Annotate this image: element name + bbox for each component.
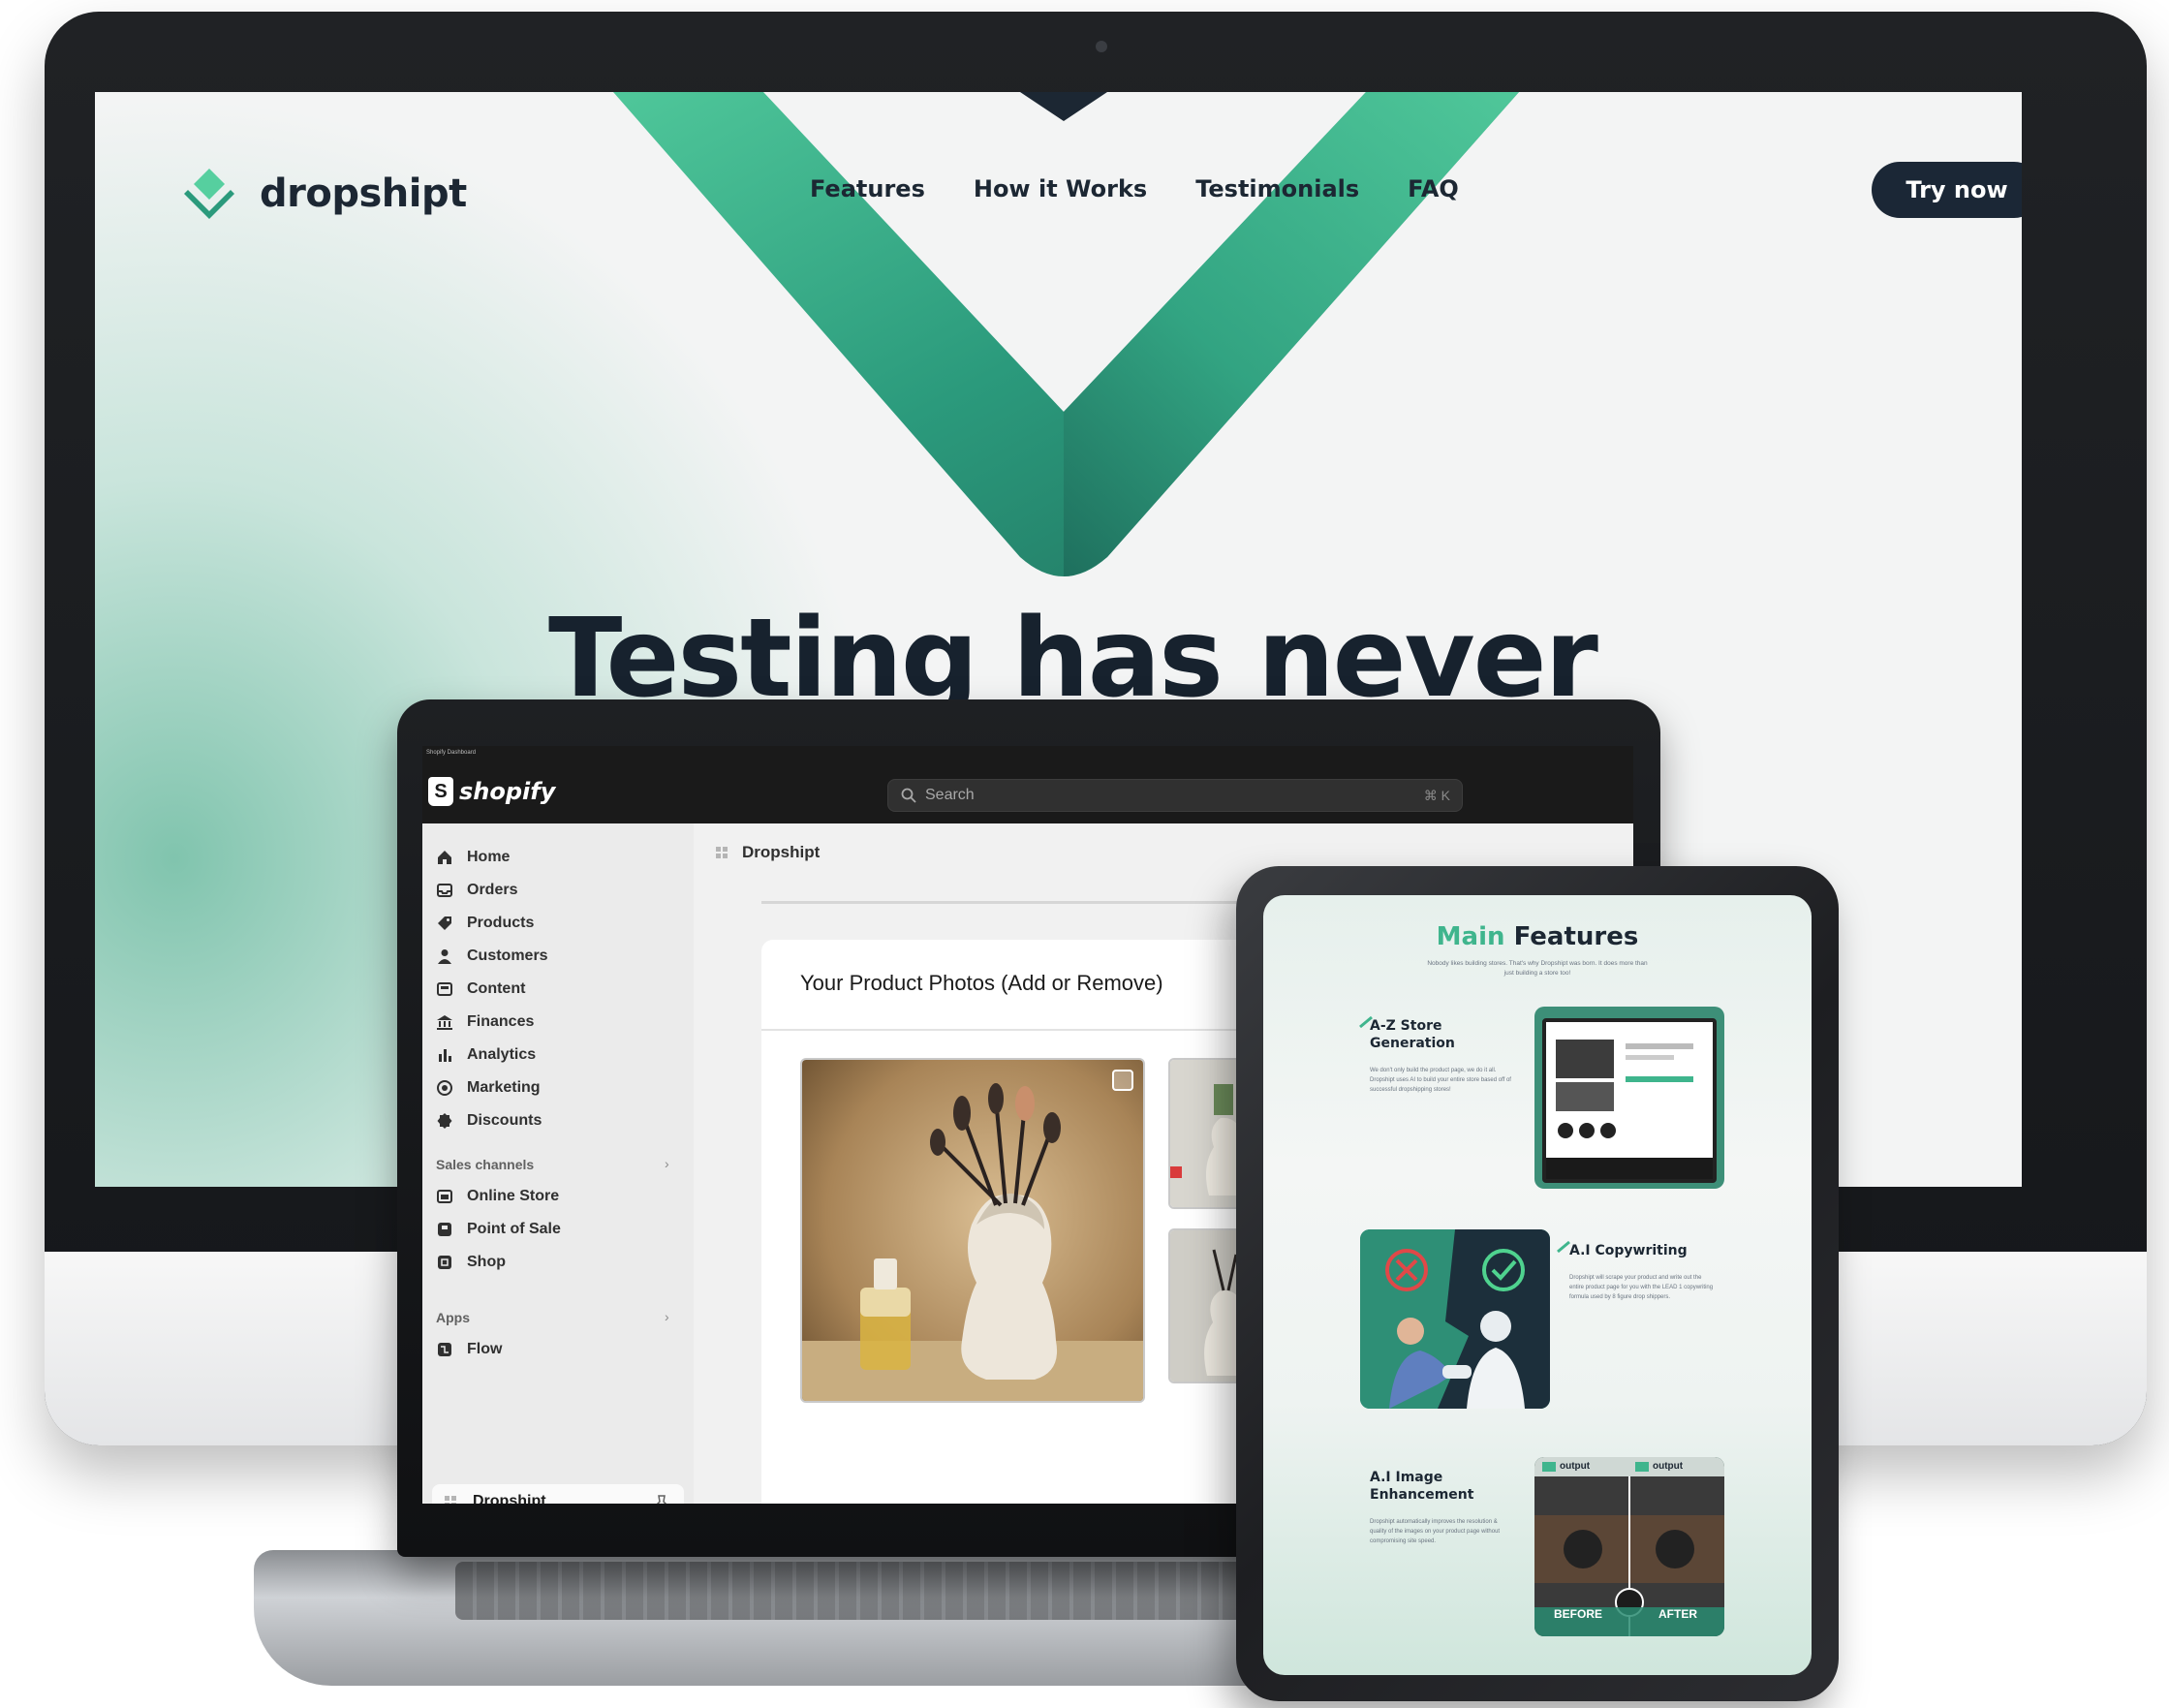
sidebar-item-flow[interactable]: Flow (436, 1335, 502, 1364)
mini-store-graphic (1546, 1022, 1713, 1179)
main-nav: Features How it Works Testimonials FAQ (810, 175, 1459, 202)
search-icon (901, 788, 916, 803)
sidebar-item-label: Discounts (467, 1112, 542, 1129)
store-icon (437, 1190, 452, 1203)
sidebar-item-content[interactable]: Content (436, 975, 525, 1004)
bar-chart-icon (439, 1049, 451, 1062)
sidebar-item-label: Customers (467, 947, 548, 964)
shopify-logo[interactable]: S shopify (428, 777, 555, 806)
diamond-logo-icon (184, 169, 234, 219)
card-title: Your Product Photos (Add or Remove) (800, 971, 1163, 995)
tag-icon (438, 916, 451, 930)
feature-description: Dropshipt will scrape your product and w… (1569, 1275, 1714, 1300)
copywriting-illustration (1360, 1229, 1550, 1409)
search-shortcut: ⌘ K (1423, 787, 1450, 803)
sidebar-item-customers[interactable]: Customers (436, 942, 548, 971)
shopify-sidebar: Home Orders Products Customers Content F… (422, 823, 694, 1504)
sidebar-item-label: Marketing (467, 1079, 541, 1096)
app-grid-icon (445, 1496, 456, 1504)
shopify-bag-icon: S (428, 777, 453, 806)
sidebar-item-label: Orders (467, 882, 518, 898)
shop-icon (438, 1256, 451, 1269)
sidebar-item-label: Products (467, 915, 535, 931)
sidebar-item-label: Shop (467, 1254, 506, 1270)
sidebar-item-label: Dropshipt (473, 1493, 546, 1504)
breadcrumb-label: Dropshipt (742, 843, 821, 861)
pin-icon[interactable] (653, 1494, 670, 1504)
inbox-icon (437, 884, 452, 897)
pos-icon (438, 1223, 451, 1236)
main-features-title: Main Features (1263, 922, 1812, 951)
sidebar-item-dropshipt[interactable]: Dropshipt (432, 1484, 684, 1504)
sidebar-item-orders[interactable]: Orders (436, 876, 517, 905)
discount-icon (437, 1113, 452, 1129)
sidebar-item-finances[interactable]: Finances (436, 1008, 534, 1037)
content-icon (437, 982, 452, 996)
sales-channels-heading: Sales channels (436, 1157, 535, 1172)
sidebar-item-products[interactable]: Products (436, 909, 534, 938)
features-subtitle: Nobody likes building stores. That's why… (1427, 960, 1648, 977)
shopify-topbar: S shopify Search ⌘ K (422, 765, 1633, 823)
sidebar-item-label: Flow (467, 1341, 503, 1357)
home-icon (438, 851, 451, 864)
shopify-wordmark: shopify (459, 778, 556, 805)
sidebar-item-point-of-sale[interactable]: Point of Sale (436, 1215, 561, 1244)
output-label: output (1653, 1461, 1684, 1472)
feature-description: We don't only build the product page, we… (1370, 1068, 1511, 1093)
sidebar-item-label: Point of Sale (467, 1221, 561, 1237)
select-checkbox[interactable] (1112, 1070, 1133, 1091)
chevron-right-icon[interactable]: › (665, 1309, 669, 1324)
feature-description: Dropshipt automatically improves the res… (1370, 1519, 1501, 1544)
sidebar-item-marketing[interactable]: Marketing (436, 1073, 541, 1102)
sidebar-item-label: Analytics (467, 1046, 537, 1063)
sidebar-item-analytics[interactable]: Analytics (436, 1040, 536, 1070)
feature-title: A-Z Store Generation (1370, 1018, 1455, 1051)
search-input[interactable]: Search ⌘ K (887, 779, 1463, 812)
feature-title: A.I Image Enhancement (1370, 1470, 1474, 1503)
before-label: BEFORE (1554, 1607, 1603, 1621)
mini-store-screen (1542, 1018, 1717, 1183)
human-vs-robot-graphic (1360, 1229, 1550, 1409)
brand-name: dropshipt (260, 171, 467, 216)
try-now-button[interactable]: Try now (1872, 162, 2022, 218)
apps-heading: Apps (436, 1310, 470, 1325)
product-photo-main[interactable] (800, 1058, 1145, 1403)
top-strip-text: Shopify Dashboard (426, 750, 477, 756)
product-photo-image (802, 1060, 1143, 1401)
sidebar-item-discounts[interactable]: Discounts (436, 1106, 542, 1135)
search-placeholder: Search (925, 787, 975, 803)
sidebar-item-label: Finances (467, 1013, 535, 1030)
after-label: AFTER (1658, 1607, 1697, 1621)
bank-icon (437, 1015, 452, 1030)
title-rest: Features (1513, 922, 1639, 951)
dropshipt-features-page: Main Features Nobody likes building stor… (1263, 895, 1812, 1675)
chevron-right-icon[interactable]: › (665, 1156, 669, 1171)
sidebar-item-online-store[interactable]: Online Store (436, 1182, 559, 1211)
target-icon (437, 1080, 452, 1096)
sidebar-item-shop[interactable]: Shop (436, 1248, 506, 1277)
nav-faq[interactable]: FAQ (1408, 175, 1459, 202)
flow-icon (438, 1343, 451, 1356)
person-icon (438, 949, 451, 964)
sidebar-item-label: Online Store (467, 1188, 560, 1204)
nav-features[interactable]: Features (810, 175, 925, 202)
title-accent: Main (1436, 922, 1505, 951)
feature-title: A.I Copywriting (1569, 1243, 1688, 1258)
sidebar-item-home[interactable]: Home (436, 843, 510, 872)
camera-dot (1096, 41, 1107, 52)
image-enhancement-comparison: output output BEFORE AFTER (1534, 1457, 1724, 1636)
sidebar-item-label: Home (467, 849, 511, 865)
sidebar-item-label: Content (467, 980, 526, 997)
app-grid-icon (716, 847, 728, 858)
breadcrumb: Dropshipt (715, 843, 820, 862)
dropshipt-logo[interactable]: dropshipt (180, 165, 467, 223)
output-label: output (1560, 1461, 1591, 1472)
nav-how-it-works[interactable]: How it Works (974, 175, 1147, 202)
nav-testimonials[interactable]: Testimonials (1195, 175, 1359, 202)
top-strip: Shopify Dashboard (422, 746, 1633, 765)
store-preview-image (1534, 1007, 1724, 1189)
